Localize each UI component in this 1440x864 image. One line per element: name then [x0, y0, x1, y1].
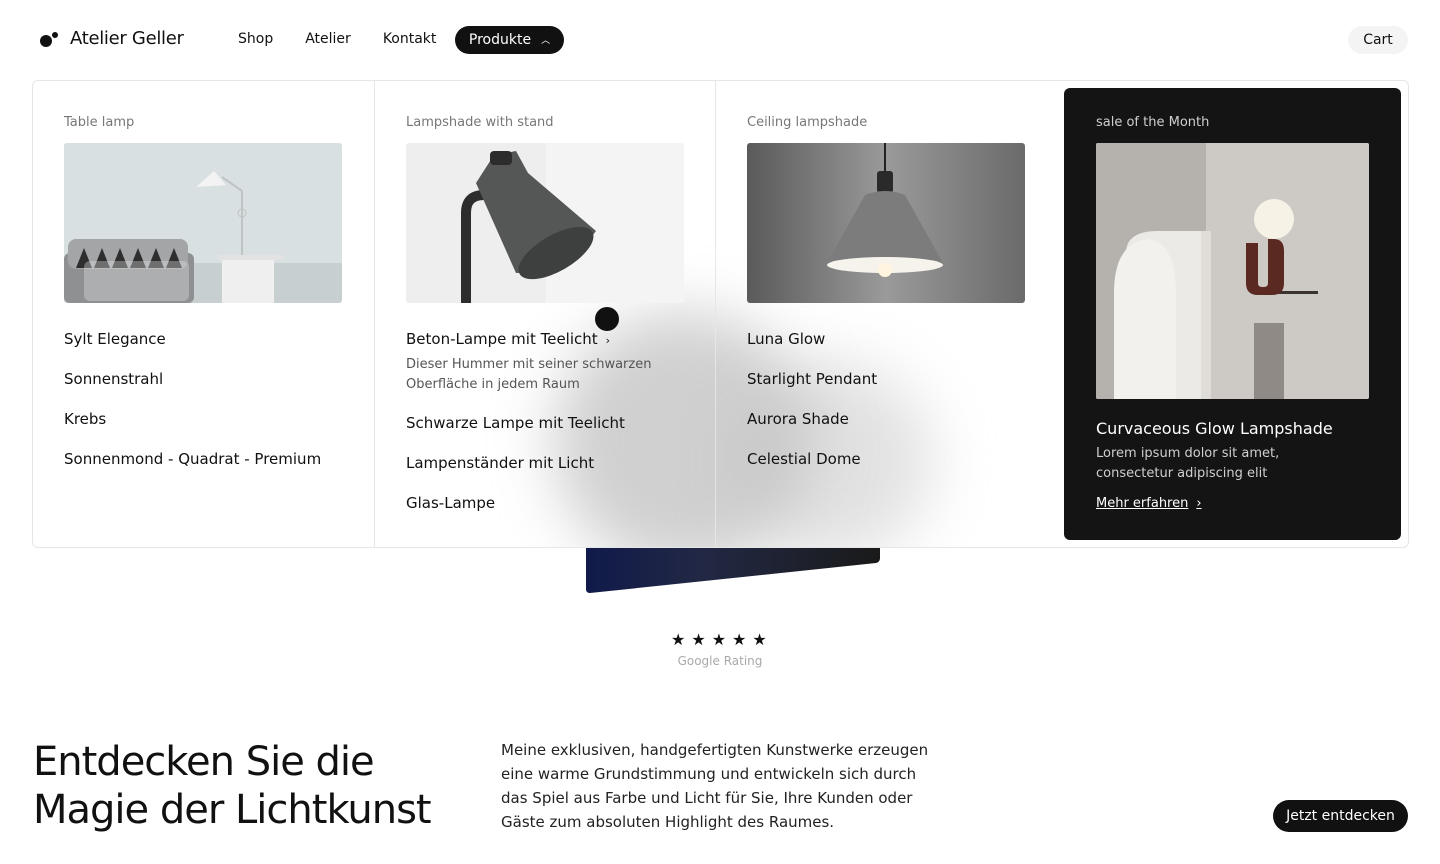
menu-item-krebs[interactable]: Krebs: [64, 409, 343, 449]
column-label: Table lamp: [64, 115, 135, 130]
promo-label: sale of the Month: [1096, 115, 1210, 130]
menu-item-sonnenstrahl[interactable]: Sonnenstrahl: [64, 369, 343, 409]
menu-item-luna-glow[interactable]: Luna Glow: [747, 329, 1033, 369]
menu-item-sonnenmond[interactable]: Sonnenmond - Quadrat - Premium: [64, 449, 343, 489]
main-nav: Shop Atelier Kontakt: [238, 31, 468, 47]
menu-item-aurora-shade[interactable]: Aurora Shade: [747, 409, 1033, 449]
star-icon: ★: [671, 630, 686, 649]
lampshade-with-stand-image[interactable]: [406, 143, 684, 303]
table-lamp-image[interactable]: [64, 143, 342, 303]
promo-title: Curvaceous Glow Lampshade: [1096, 419, 1333, 438]
menu-item-celestial-dome[interactable]: Celestial Dome: [747, 449, 1033, 489]
chevron-up-icon: ︿: [541, 35, 551, 46]
nav-kontakt[interactable]: Kontakt: [383, 31, 437, 47]
logo-mark-icon: [40, 30, 60, 48]
star-icon: ★: [711, 630, 727, 649]
section-body: Meine exklusiven, handgefertigten Kunstw…: [501, 741, 929, 831]
promo-card: sale of the Month Curvaceous Glow Lampsh…: [1064, 88, 1401, 540]
chevron-right-icon: ›: [605, 334, 611, 347]
nav-produkte-label: Produkte: [468, 32, 532, 48]
menu-item-sylt-elegance[interactable]: Sylt Elegance: [64, 329, 343, 369]
mehr-erfahren-link[interactable]: Mehr erfahren ›: [1096, 496, 1202, 511]
nav-shop[interactable]: Shop: [238, 31, 273, 47]
promo-image[interactable]: [1096, 143, 1369, 399]
brand-name: Atelier Geller: [70, 28, 184, 49]
menu-item-label: Beton-Lampe mit Teelicht: [406, 330, 598, 348]
column-label: Lampshade with stand: [406, 115, 554, 130]
rating-label: Google Rating: [677, 654, 763, 668]
star-icon: ★: [732, 630, 747, 649]
section-headline: Entdecken Sie die Magie der Lichtkunst: [33, 739, 432, 833]
rating-stars: ★ ★ ★ ★ ★: [671, 630, 767, 649]
menu-item-glas-lampe[interactable]: Glas-Lampe: [406, 493, 684, 533]
promo-description: Lorem ipsum dolor sit amet, consectetur …: [1096, 446, 1280, 481]
cursor-indicator: [595, 307, 619, 331]
site-header: Atelier Geller Shop Atelier Kontakt Prod…: [0, 0, 1440, 80]
menu-column-lampshade-with-stand: Lampshade with stand Beton-Lampe mit Tee…: [374, 81, 715, 547]
menu-item-schwarze-lampe[interactable]: Schwarze Lampe mit Teelicht: [406, 413, 684, 453]
menu-item-description: Dieser Hummer mit seiner schwarzen Oberf…: [406, 357, 652, 392]
jetzt-entdecken-button[interactable]: Jetzt entdecken: [1273, 800, 1408, 832]
nav-atelier[interactable]: Atelier: [305, 31, 351, 47]
menu-item-starlight-pendant[interactable]: Starlight Pendant: [747, 369, 1033, 409]
mehr-erfahren-label: Mehr erfahren: [1096, 496, 1189, 511]
column-label: Ceiling lampshade: [747, 115, 868, 130]
menu-column-ceiling-lampshade: Ceiling lampshade Luna Glow Starlight Pe…: [715, 81, 1064, 547]
chevron-right-icon: ›: [1196, 496, 1202, 511]
menu-item-lampenstaender[interactable]: Lampenständer mit Licht: [406, 453, 684, 493]
logo[interactable]: Atelier Geller: [40, 28, 184, 49]
cart-button[interactable]: Cart: [1348, 26, 1408, 54]
star-icon: ★: [691, 630, 706, 649]
star-icon: ★: [752, 630, 767, 649]
ceiling-lampshade-image[interactable]: [747, 143, 1025, 303]
produkte-mega-menu: Table lamp Sylt Elegance Sonnenstrahl Kr…: [32, 80, 1409, 548]
menu-column-table-lamp: Table lamp Sylt Elegance Sonnenstrahl Kr…: [33, 81, 374, 547]
nav-produkte-button[interactable]: Produkte ︿: [455, 26, 564, 54]
